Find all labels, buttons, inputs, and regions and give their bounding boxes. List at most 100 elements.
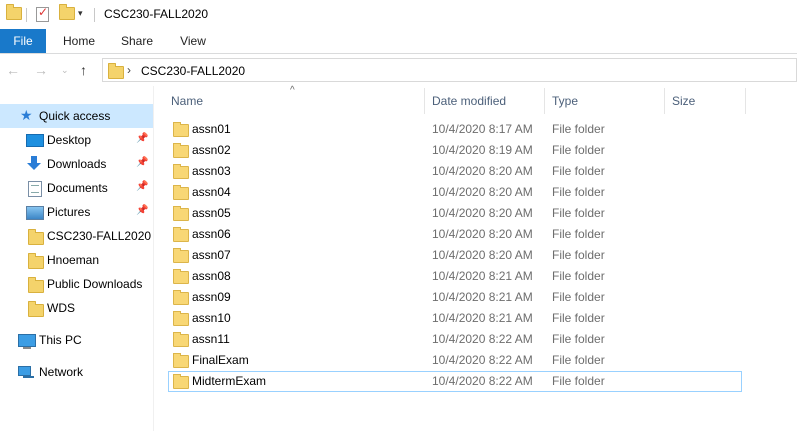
- folder-icon: [28, 229, 44, 245]
- pictures-icon: [26, 206, 44, 220]
- folder-icon: [28, 277, 44, 293]
- forward-arrow-icon[interactable]: →: [34, 62, 48, 78]
- table-row[interactable]: assn08 10/4/2020 8:21 AM File folder: [168, 266, 742, 287]
- column-header-size[interactable]: Size: [672, 94, 695, 108]
- breadcrumb-chevron-icon[interactable]: ›: [127, 63, 131, 77]
- file-name: assn03: [192, 164, 231, 178]
- file-date-modified: 10/4/2020 8:22 AM: [432, 332, 533, 346]
- table-row[interactable]: assn07 10/4/2020 8:20 AM File folder: [168, 245, 742, 266]
- sidebar-item-public-downloads[interactable]: Public Downloads: [0, 272, 153, 296]
- file-name: assn02: [192, 143, 231, 157]
- table-row[interactable]: assn02 10/4/2020 8:19 AM File folder: [168, 140, 742, 161]
- sidebar-item-hnoeman[interactable]: Hnoeman: [0, 248, 153, 272]
- sidebar-item-this-pc[interactable]: This PC: [0, 328, 153, 352]
- column-header-name[interactable]: Name: [171, 94, 203, 108]
- tab-view[interactable]: View: [171, 29, 215, 53]
- column-header-type[interactable]: Type: [552, 94, 578, 108]
- sidebar-item-wds[interactable]: WDS: [0, 296, 153, 320]
- tab-share[interactable]: Share: [114, 29, 160, 53]
- sidebar-item-network[interactable]: Network: [0, 360, 153, 384]
- sidebar-item-desktop[interactable]: Desktop 📌: [0, 128, 153, 152]
- sidebar-item-documents[interactable]: Documents 📌: [0, 176, 153, 200]
- sidebar-item-pictures[interactable]: Pictures 📌: [0, 200, 153, 224]
- table-row[interactable]: assn09 10/4/2020 8:21 AM File folder: [168, 287, 742, 308]
- sidebar-item-quick-access[interactable]: ★ Quick access: [0, 104, 153, 128]
- column-divider[interactable]: [544, 88, 545, 114]
- column-header-date-modified[interactable]: Date modified: [432, 94, 506, 108]
- table-row[interactable]: assn01 10/4/2020 8:17 AM File folder: [168, 119, 742, 140]
- toolbar-separator: [26, 8, 27, 22]
- table-row[interactable]: assn11 10/4/2020 8:22 AM File folder: [168, 329, 742, 350]
- file-date-modified: 10/4/2020 8:20 AM: [432, 164, 533, 178]
- table-row[interactable]: assn10 10/4/2020 8:21 AM File folder: [168, 308, 742, 329]
- pin-icon[interactable]: 📌: [136, 157, 148, 168]
- new-folder-icon[interactable]: [59, 4, 75, 20]
- toolbar-separator: [94, 8, 95, 22]
- file-date-modified: 10/4/2020 8:21 AM: [432, 269, 533, 283]
- folder-icon: [173, 332, 189, 347]
- file-name: assn07: [192, 248, 231, 262]
- sidebar-item-label: Quick access: [39, 109, 111, 123]
- back-arrow-icon[interactable]: ←: [6, 62, 20, 78]
- folder-icon: [173, 248, 189, 263]
- sidebar-item-label: Documents: [47, 181, 108, 195]
- up-arrow-icon[interactable]: ↑: [80, 62, 87, 78]
- table-row[interactable]: MidtermExam 10/4/2020 8:22 AM File folde…: [168, 371, 742, 392]
- network-icon: [18, 366, 34, 378]
- folder-icon: [173, 143, 189, 158]
- tab-file[interactable]: File: [0, 29, 46, 53]
- table-row[interactable]: assn06 10/4/2020 8:20 AM File folder: [168, 224, 742, 245]
- file-type: File folder: [552, 332, 605, 346]
- file-type: File folder: [552, 227, 605, 241]
- properties-icon[interactable]: [36, 5, 49, 22]
- folder-icon[interactable]: [6, 4, 22, 20]
- file-date-modified: 10/4/2020 8:20 AM: [432, 248, 533, 262]
- folder-icon: [173, 269, 189, 284]
- folder-icon: [173, 290, 189, 305]
- column-divider[interactable]: [424, 88, 425, 114]
- column-divider[interactable]: [745, 88, 746, 114]
- file-type: File folder: [552, 248, 605, 262]
- file-name: assn06: [192, 227, 231, 241]
- file-type: File folder: [552, 269, 605, 283]
- tab-home[interactable]: Home: [55, 29, 103, 53]
- file-name: FinalExam: [192, 353, 249, 367]
- file-date-modified: 10/4/2020 8:20 AM: [432, 206, 533, 220]
- folder-icon: [173, 185, 189, 200]
- pin-icon[interactable]: 📌: [136, 181, 148, 192]
- navigation-bar: ← → ⌄ ↑ › CSC230-FALL2020: [0, 54, 797, 86]
- file-list: ^ Name Date modified Type Size assn01 10…: [154, 85, 797, 431]
- file-name: assn11: [192, 332, 230, 346]
- sidebar-item-downloads[interactable]: Downloads 📌: [0, 152, 153, 176]
- file-date-modified: 10/4/2020 8:17 AM: [432, 122, 533, 136]
- table-row[interactable]: assn05 10/4/2020 8:20 AM File folder: [168, 203, 742, 224]
- table-row[interactable]: FinalExam 10/4/2020 8:22 AM File folder: [168, 350, 742, 371]
- pin-icon[interactable]: 📌: [136, 205, 148, 216]
- file-name: MidtermExam: [192, 374, 267, 388]
- column-divider[interactable]: [664, 88, 665, 114]
- file-type: File folder: [552, 290, 605, 304]
- file-date-modified: 10/4/2020 8:20 AM: [432, 185, 533, 199]
- file-type: File folder: [552, 311, 605, 325]
- table-row[interactable]: assn03 10/4/2020 8:20 AM File folder: [168, 161, 742, 182]
- file-name: assn09: [192, 290, 231, 304]
- sidebar-item-label: This PC: [39, 333, 82, 347]
- breadcrumb[interactable]: CSC230-FALL2020: [141, 64, 245, 78]
- file-name: assn08: [192, 269, 231, 283]
- sidebar-item-csc230-fall2020[interactable]: CSC230-FALL2020: [0, 224, 153, 248]
- customize-toolbar-icon[interactable]: ▾: [78, 8, 83, 19]
- folder-icon: [173, 374, 189, 389]
- window-title: CSC230-FALL2020: [104, 7, 209, 21]
- sidebar-item-label: Pictures: [47, 205, 91, 219]
- file-type: File folder: [552, 122, 605, 136]
- pin-icon[interactable]: 📌: [136, 133, 148, 144]
- desktop-icon: [26, 134, 44, 147]
- folder-icon: [173, 227, 189, 242]
- sidebar-item-label: CSC230-FALL2020: [47, 229, 152, 243]
- address-bar[interactable]: › CSC230-FALL2020: [102, 58, 797, 82]
- table-row[interactable]: assn04 10/4/2020 8:20 AM File folder: [168, 182, 742, 203]
- recent-locations-chevron-icon[interactable]: ⌄: [61, 65, 69, 76]
- file-name: assn04: [192, 185, 231, 199]
- star-icon: ★: [20, 107, 33, 123]
- file-date-modified: 10/4/2020 8:21 AM: [432, 290, 533, 304]
